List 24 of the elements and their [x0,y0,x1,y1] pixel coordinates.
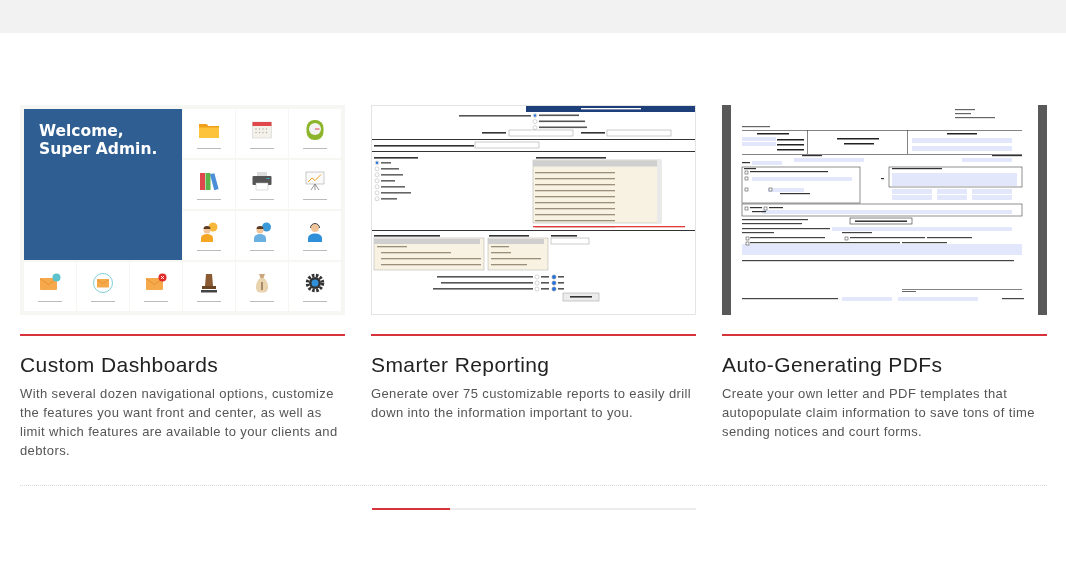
card-description: Generate over 75 customizable reports to easily drill down into the information important to you. [371,385,692,422]
card-description: With several dozen navigational options, customize the features you want front and center, as well as limit which features are available to your clients and debtors. [20,385,339,460]
dashboard-tile[interactable] [130,261,182,311]
envelope-cycle-icon [90,270,115,295]
welcome-heading: Welcome, Super Admin. [39,123,159,159]
dashboard-tile[interactable] [289,261,341,311]
dashboard-tile[interactable] [236,261,288,311]
dashboard-tile[interactable] [289,159,341,210]
dashboard-tile[interactable] [183,261,235,311]
dashboard-tile[interactable] [183,109,235,159]
chart-easel-icon [303,168,328,193]
dashboard-tile[interactable] [236,210,288,261]
dashboard-tile[interactable] [77,261,129,311]
dashboard-tile[interactable] [236,109,288,159]
card-title: Custom Dashboards [20,353,220,377]
dashboard-tile[interactable] [183,210,235,261]
dashboard-tile[interactable] [236,159,288,210]
dashboard-tile[interactable] [24,261,76,311]
card-description: Create your own letter and PDF templates that autopopulate claim information to save tons of time sending notices and court forms. [722,385,1036,441]
dashboard-tile[interactable] [289,109,341,159]
card-title: Smarter Reporting [371,353,551,377]
dashboard-tile[interactable] [183,159,235,210]
dashboard-tile[interactable] [289,210,341,261]
card-title: Auto-Generating PDFs [722,353,944,377]
